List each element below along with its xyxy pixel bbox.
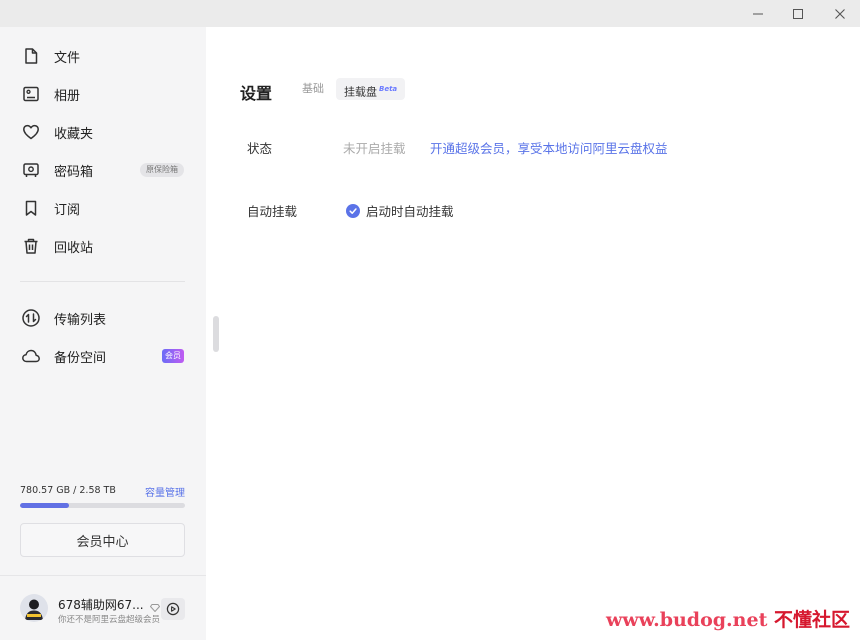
sidebar-item-favorites[interactable]: 收藏夹 xyxy=(20,118,186,146)
title-bar xyxy=(0,0,860,27)
sidebar-item-label: 文件 xyxy=(54,50,81,66)
sidebar-resize-handle[interactable] xyxy=(213,316,219,352)
sidebar-item-label: 收藏夹 xyxy=(54,126,94,142)
watermark: www.budog.net 不懂社区 xyxy=(606,605,850,632)
status-badge: 原保险箱 xyxy=(140,163,184,177)
sidebar-item-label: 相册 xyxy=(54,88,81,104)
sidebar-item-safe[interactable]: 密码箱 原保险箱 xyxy=(20,156,186,184)
close-button[interactable] xyxy=(820,0,860,27)
status-label: 状态 xyxy=(247,141,273,156)
heart-icon xyxy=(20,121,42,143)
sidebar-divider xyxy=(20,281,185,282)
user-name: 678辅助网67... xyxy=(58,598,144,612)
sidebar-item-album[interactable]: 相册 xyxy=(20,80,186,108)
tab-mount-drive[interactable]: 挂载盘 Beta xyxy=(336,78,406,100)
settings-button[interactable] xyxy=(161,598,185,620)
sidebar-item-label: 回收站 xyxy=(54,240,94,256)
sidebar-item-backup[interactable]: 备份空间 会员 xyxy=(20,342,186,370)
storage-manage-link[interactable]: 容量管理 xyxy=(145,484,185,499)
vip-badge: 会员 xyxy=(162,349,184,363)
sidebar-item-subscriptions[interactable]: 订阅 xyxy=(20,194,186,222)
sidebar-item-label: 密码箱 xyxy=(54,164,94,180)
watermark-brand: 不懂社区 xyxy=(773,609,850,631)
safe-icon xyxy=(20,159,42,181)
bookmark-icon xyxy=(20,197,42,219)
transfer-icon xyxy=(20,307,42,329)
minimize-button[interactable] xyxy=(738,0,778,27)
sidebar: 文件 相册 收藏夹 密码箱 原保险箱 订阅 回收站 传输列表 备份空间 会员 7… xyxy=(0,27,206,640)
status-value: 未开启挂载 xyxy=(343,141,406,156)
close-icon xyxy=(835,8,845,19)
cloud-icon xyxy=(20,345,42,367)
auto-mount-label: 自动挂载 xyxy=(247,204,298,219)
auto-mount-option-label: 启动时自动挂载 xyxy=(366,204,454,219)
sidebar-item-label: 传输列表 xyxy=(54,312,107,328)
storage-progress-bar xyxy=(20,503,185,508)
beta-badge: Beta xyxy=(379,85,398,93)
upgrade-vip-link[interactable]: 开通超级会员，享受本地访问阿里云盘权益 xyxy=(430,138,668,157)
album-icon xyxy=(20,83,42,105)
sidebar-divider xyxy=(0,575,206,576)
vip-center-button[interactable]: 会员中心 xyxy=(20,523,185,557)
tab-label: 挂载盘 xyxy=(344,85,377,99)
maximize-button[interactable] xyxy=(778,0,818,27)
tab-basic[interactable]: 基础 xyxy=(302,78,324,100)
storage-usage: 780.57 GB / 2.58 TB xyxy=(20,485,116,496)
maximize-icon xyxy=(793,8,803,19)
sidebar-item-trash[interactable]: 回收站 xyxy=(20,232,186,260)
auto-mount-checkbox[interactable]: 启动时自动挂载 xyxy=(346,201,454,220)
sidebar-item-label: 订阅 xyxy=(54,202,81,218)
sidebar-item-transfers[interactable]: 传输列表 xyxy=(20,304,186,332)
file-icon xyxy=(20,45,42,67)
minimize-icon xyxy=(753,13,763,14)
trash-icon xyxy=(20,235,42,257)
storage-progress-fill xyxy=(20,503,69,508)
check-icon xyxy=(346,203,360,218)
sidebar-item-files[interactable]: 文件 xyxy=(20,42,186,70)
sidebar-item-label: 备份空间 xyxy=(54,350,107,366)
user-membership-status: 你还不是阿里云盘超级会员 xyxy=(58,615,161,625)
avatar[interactable] xyxy=(20,594,48,622)
settings-icon xyxy=(166,602,180,616)
page-title: 设置 xyxy=(240,84,273,103)
watermark-site: www.budog.net xyxy=(605,609,768,631)
